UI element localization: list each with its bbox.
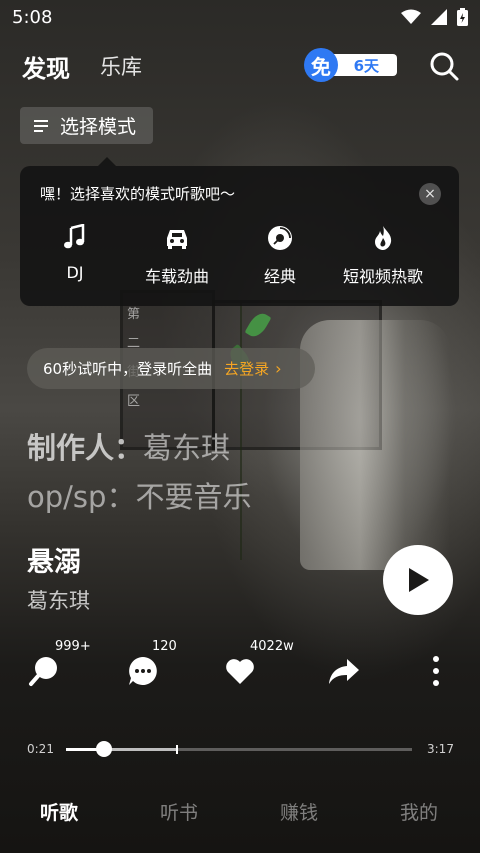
chevron-right-icon: ›	[275, 359, 282, 378]
trial-text: 60秒试听中，登录听全曲	[43, 360, 213, 378]
nav-earn-money[interactable]: 赚钱	[280, 798, 318, 825]
select-mode-button[interactable]: 选择模式	[20, 107, 153, 144]
status-icons	[401, 8, 468, 26]
wifi-icon	[401, 9, 421, 24]
bottom-nav: 听歌 听书 赚钱 我的	[0, 790, 480, 830]
menu-lines-icon	[34, 117, 48, 135]
lyric-line: 制作人：葛东琪	[27, 425, 230, 467]
share-arrow-icon	[329, 659, 359, 684]
lyric-line-left: 制作人：	[27, 431, 144, 465]
login-link[interactable]: 去登录	[224, 358, 269, 379]
nav-listen-music[interactable]: 听歌	[40, 798, 78, 825]
heart-icon	[226, 659, 254, 684]
comment-button[interactable]	[127, 655, 159, 687]
vip-free-badge[interactable]: 免 6天	[304, 48, 397, 82]
person-legs	[300, 320, 450, 570]
mode-item-label: 车载劲曲	[144, 267, 209, 286]
search-count: 999+	[55, 639, 91, 654]
lyric-line-right: 葛东琪	[143, 431, 231, 465]
status-bar: 5:08	[0, 0, 480, 34]
like-button[interactable]	[224, 655, 256, 687]
signal-icon	[431, 9, 447, 25]
play-button[interactable]	[383, 545, 453, 615]
battery-charging-icon	[457, 8, 468, 26]
song-artist[interactable]: 葛东琪	[27, 585, 90, 615]
more-vertical-icon	[433, 656, 439, 686]
play-icon	[409, 568, 429, 592]
share-button[interactable]	[327, 655, 359, 687]
mode-item-label: DJ	[66, 263, 84, 282]
tab-discover[interactable]: 发现	[22, 49, 70, 84]
plant-stem	[240, 300, 280, 560]
status-time: 5:08	[12, 6, 53, 28]
music-note-icon	[64, 224, 85, 249]
search-icon[interactable]	[428, 50, 460, 82]
mode-item-label: 短视频热歌	[342, 267, 423, 286]
comment-icon	[129, 657, 157, 685]
mode-item-short-video[interactable]: 短视频热歌	[338, 224, 428, 287]
flame-icon	[375, 226, 392, 250]
more-options-button[interactable]	[420, 655, 452, 687]
like-count: 4022w	[250, 639, 294, 654]
mode-popup: 嘿！选择喜欢的模式听歌吧～ × DJ 车载劲曲 经典 短视频热歌	[20, 157, 459, 306]
comment-count: 120	[152, 639, 177, 654]
vinyl-disc-icon	[268, 226, 292, 250]
trial-banner[interactable]: 60秒试听中，登录听全曲 去登录 ›	[27, 348, 315, 389]
buffer-marker	[175, 745, 178, 754]
mode-item-classic[interactable]: 经典	[260, 224, 300, 287]
select-mode-label: 选择模式	[60, 116, 137, 138]
total-time: 3:17	[427, 742, 454, 756]
mode-item-label: 经典	[263, 267, 296, 286]
song-search-button[interactable]	[28, 655, 60, 687]
nav-listen-books[interactable]: 听书	[160, 798, 198, 825]
close-icon[interactable]: ×	[419, 183, 441, 205]
lyric-line: op/sp：不要音乐	[27, 480, 252, 514]
free-badge-circle: 免	[304, 48, 338, 82]
magnifier-icon	[29, 657, 57, 686]
mode-item-car[interactable]: 车载劲曲	[141, 224, 213, 287]
mode-item-dj[interactable]: DJ	[55, 224, 95, 282]
car-icon	[167, 230, 187, 249]
top-header: 发现 乐库 免 6天	[0, 44, 480, 88]
tab-library[interactable]: 乐库	[100, 51, 142, 81]
nav-mine[interactable]: 我的	[400, 798, 438, 825]
progress-knob[interactable]	[96, 741, 113, 757]
current-time: 0:21	[27, 742, 54, 756]
song-title: 悬溺	[27, 547, 81, 578]
mode-popup-tip: 嘿！选择喜欢的模式听歌吧～	[40, 185, 236, 203]
